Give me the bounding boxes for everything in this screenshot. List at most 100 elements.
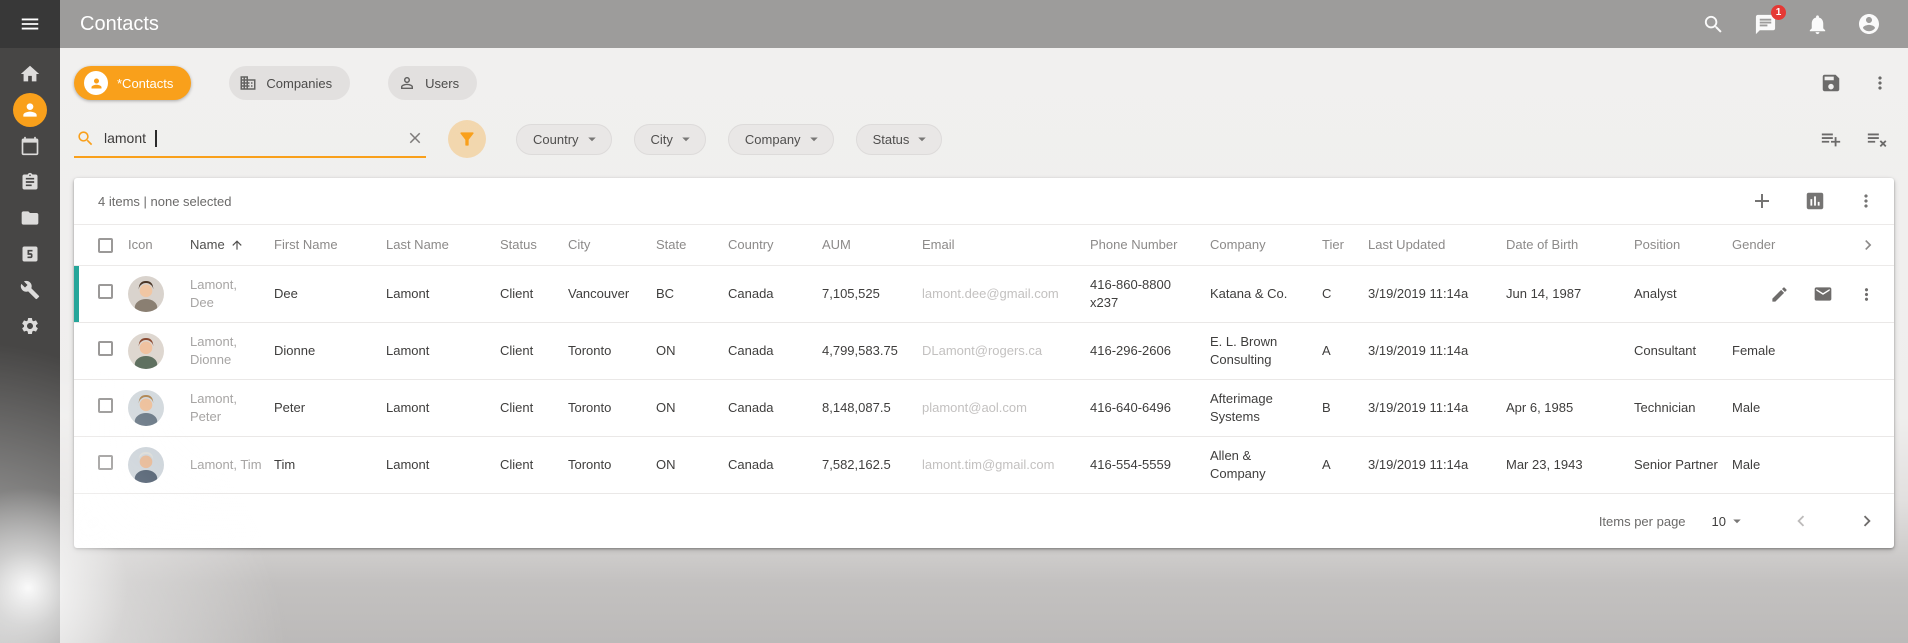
sidebar-item-files[interactable] — [0, 200, 60, 236]
cell-tier: B — [1322, 399, 1368, 417]
tab-contacts[interactable]: *Contacts — [74, 66, 191, 100]
email-contact-button[interactable] — [1813, 284, 1833, 304]
messages-button[interactable]: 1 — [1752, 11, 1778, 37]
items-per-page-select[interactable]: 10 — [1712, 512, 1746, 530]
view-more-button[interactable] — [1870, 73, 1890, 93]
column-label: Icon — [128, 236, 153, 254]
row-more-button[interactable] — [1857, 285, 1876, 304]
text-caret — [155, 130, 157, 147]
filter-button[interactable] — [448, 120, 486, 158]
table-row[interactable]: Lamont, DeeDeeLamontClientVancouverBCCan… — [74, 266, 1894, 323]
column-header-date_of_birth[interactable]: Date of Birth — [1506, 236, 1634, 254]
tab-users[interactable]: Users — [388, 66, 477, 100]
add-contact-button[interactable] — [1750, 189, 1774, 213]
clear-list-button[interactable] — [1866, 128, 1888, 150]
menu-button[interactable] — [0, 0, 60, 48]
cell-aum: 8,148,087.5 — [822, 399, 922, 417]
person-icon — [84, 71, 108, 95]
column-header-last_updated[interactable]: Last Updated — [1368, 236, 1506, 254]
account-button[interactable] — [1856, 11, 1882, 37]
sidebar-item-tools[interactable] — [0, 272, 60, 308]
cell-email: lamont.tim@gmail.com — [922, 456, 1090, 474]
more-vert-icon — [1870, 73, 1890, 93]
items-per-page-label: Items per page — [1599, 514, 1686, 529]
cell-city: Toronto — [568, 456, 656, 474]
filter-country-label: Country — [533, 132, 579, 147]
table-row[interactable]: Lamont, DionneDionneLamontClientTorontoO… — [74, 323, 1894, 380]
scroll-columns-right-button[interactable] — [1824, 235, 1894, 255]
filter-country[interactable]: Country — [516, 124, 612, 155]
column-header-country[interactable]: Country — [728, 236, 822, 254]
sidebar-item-settings[interactable] — [0, 308, 60, 344]
column-header-last_name[interactable]: Last Name — [386, 236, 500, 254]
column-header-first_name[interactable]: First Name — [274, 236, 386, 254]
more-vert-icon — [1856, 191, 1876, 211]
sidebar-item-home[interactable] — [0, 56, 60, 92]
icon-cell — [128, 390, 190, 426]
column-label: Phone Number — [1090, 236, 1177, 254]
select-all-checkbox[interactable] — [98, 238, 113, 253]
next-page-button[interactable] — [1856, 510, 1878, 532]
tab-companies[interactable]: Companies — [229, 66, 350, 100]
pagination: Items per page 10 — [74, 494, 1894, 548]
cell-gender: Female — [1732, 342, 1824, 360]
filter-city[interactable]: City — [634, 124, 706, 155]
filter-company-label: Company — [745, 132, 801, 147]
column-header-state[interactable]: State — [656, 236, 728, 254]
header-actions: 1 — [1700, 11, 1908, 37]
cell-position: Analyst — [1634, 285, 1732, 303]
cell-name: Lamont, Dee — [190, 276, 274, 312]
column-header-status[interactable]: Status — [500, 236, 568, 254]
notifications-button[interactable] — [1804, 11, 1830, 37]
column-header-gender[interactable]: Gender — [1732, 236, 1824, 254]
column-label: Country — [728, 236, 774, 254]
cell-last_updated: 3/19/2019 11:14a — [1368, 456, 1506, 474]
column-header-icon[interactable]: Icon — [128, 236, 190, 254]
chevron-down-icon — [805, 130, 823, 148]
search-icon — [76, 129, 95, 148]
table-more-button[interactable] — [1856, 191, 1876, 211]
close-icon — [406, 129, 424, 147]
cell-country: Canada — [728, 399, 822, 417]
cell-phone: 416-640-6496 — [1090, 399, 1210, 417]
bar-chart-icon — [1804, 190, 1826, 212]
row-checkbox[interactable] — [98, 284, 113, 299]
column-header-tier[interactable]: Tier — [1322, 236, 1368, 254]
table-row[interactable]: Lamont, PeterPeterLamontClientTorontoONC… — [74, 380, 1894, 437]
save-view-button[interactable] — [1820, 72, 1842, 94]
column-header-city[interactable]: City — [568, 236, 656, 254]
main-content: *Contacts Companies Users — [60, 48, 1908, 643]
sidebar-item-calendar[interactable] — [0, 128, 60, 164]
filter-status[interactable]: Status — [856, 124, 943, 155]
chart-view-button[interactable] — [1804, 190, 1826, 212]
column-header-phone[interactable]: Phone Number — [1090, 236, 1210, 254]
cell-email: plamont@aol.com — [922, 399, 1090, 417]
add-to-list-button[interactable] — [1820, 128, 1842, 150]
column-header-name[interactable]: Name — [190, 236, 274, 254]
sidebar-item-contacts[interactable] — [0, 92, 60, 128]
previous-page-button[interactable] — [1790, 510, 1812, 532]
table-row[interactable]: Lamont, TimTimLamontClientTorontoONCanad… — [74, 437, 1894, 494]
row-checkbox[interactable] — [98, 341, 113, 356]
column-header-company[interactable]: Company — [1210, 236, 1322, 254]
column-header-email[interactable]: Email — [922, 236, 1090, 254]
global-search-button[interactable] — [1700, 11, 1726, 37]
row-checkbox[interactable] — [98, 455, 113, 470]
tab-contacts-label: *Contacts — [117, 76, 173, 91]
sidebar-item-pipeline[interactable] — [0, 236, 60, 272]
filter-status-label: Status — [873, 132, 910, 147]
clear-search-button[interactable] — [406, 129, 424, 147]
row-checkbox[interactable] — [98, 398, 113, 413]
filter-bar: lamont Country City — [74, 118, 1894, 160]
filter-company[interactable]: Company — [728, 124, 834, 155]
column-header-aum[interactable]: AUM — [822, 236, 922, 254]
column-header-position[interactable]: Position — [1634, 236, 1732, 254]
table-toolbar: 4 items | none selected — [74, 178, 1894, 224]
gear-icon — [20, 316, 40, 336]
active-nav-highlight — [13, 93, 47, 127]
sidebar-item-tasks[interactable] — [0, 164, 60, 200]
contact-search-input[interactable]: lamont — [74, 121, 426, 158]
bell-icon — [1806, 13, 1829, 36]
edit-contact-button[interactable] — [1770, 285, 1789, 304]
cell-date_of_birth: Jun 14, 1987 — [1506, 285, 1634, 303]
